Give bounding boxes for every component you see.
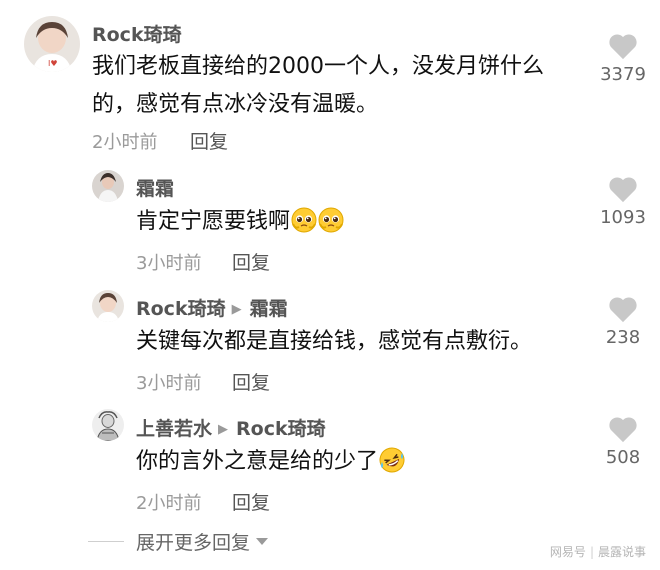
pleading-face-emoji	[291, 207, 317, 233]
comment-text: 肯定宁愿要钱啊	[136, 203, 344, 241]
reply-arrow-icon: ▶	[218, 422, 229, 437]
comment-author: Rock琦琦 ▶ 霜霜	[136, 294, 288, 321]
like-count: 238	[605, 327, 641, 348]
like-widget: 508	[588, 415, 658, 468]
comment-author[interactable]: Rock琦琦	[92, 20, 182, 47]
heart-icon[interactable]	[608, 415, 638, 443]
svg-text:I♥: I♥	[48, 59, 58, 68]
reply-target-name[interactable]: 霜霜	[250, 298, 288, 320]
comment-author: 上善若水 ▶ Rock琦琦	[136, 414, 326, 441]
comment-time: 2小时前	[92, 132, 158, 153]
avatar[interactable]	[92, 290, 124, 322]
expand-more-label[interactable]: 展开更多回复	[136, 528, 250, 555]
author-name[interactable]: Rock琦琦	[136, 298, 226, 320]
comment-text-body: 你的言外之意是给的少了	[136, 449, 379, 474]
watermark-author: 晨露说事	[597, 545, 646, 559]
reply-button[interactable]: 回复	[232, 248, 270, 275]
heart-icon[interactable]	[608, 175, 638, 203]
author-name[interactable]: Rock琦琦	[92, 24, 182, 46]
comment-time: 3小时前	[136, 373, 202, 394]
like-count: 3379	[600, 64, 646, 85]
comment-text: 关键每次都是直接给钱，感觉有点敷衍。	[136, 329, 533, 354]
like-count: 508	[605, 447, 641, 468]
reply-target-name[interactable]: Rock琦琦	[236, 418, 326, 440]
avatar[interactable]	[92, 170, 124, 202]
comment-text-body: 肯定宁愿要钱啊	[136, 209, 291, 234]
comment-author[interactable]: 霜霜	[136, 174, 174, 201]
like-widget: 238	[588, 295, 658, 348]
watermark: 网易号 | 晨露说事	[550, 543, 646, 560]
rolling-laughing-emoji	[379, 447, 405, 473]
reply-button[interactable]: 回复	[232, 488, 270, 515]
watermark-source: 网易号	[549, 545, 586, 559]
reply-button[interactable]: 回复	[190, 127, 228, 154]
watermark-separator: |	[589, 545, 594, 559]
heart-icon[interactable]	[608, 295, 638, 323]
expand-more-replies[interactable]: 展开更多回复	[88, 528, 269, 555]
reply-button[interactable]: 回复	[232, 368, 270, 395]
reply-arrow-icon: ▶	[231, 302, 242, 317]
avatar[interactable]: I♥	[24, 16, 80, 72]
comment-text-line: 我们老板直接给的2000一个人，没发月饼什么	[92, 54, 544, 79]
heart-icon[interactable]	[608, 32, 638, 60]
comment-text-line: 的，感觉有点冰冷没有温暖。	[92, 92, 379, 117]
caret-down-icon[interactable]	[256, 537, 269, 545]
avatar[interactable]	[92, 409, 124, 441]
pleading-face-emoji	[318, 207, 344, 233]
comment-text: 我们老板直接给的2000一个人，没发月饼什么 的，感觉有点冰冷没有温暖。	[92, 48, 544, 124]
like-count: 1093	[600, 207, 646, 228]
comment-time: 2小时前	[136, 493, 202, 514]
comment-text: 你的言外之意是给的少了	[136, 443, 405, 481]
comment-time: 3小时前	[136, 253, 202, 274]
divider-line	[88, 540, 124, 542]
author-name[interactable]: 上善若水	[136, 418, 212, 440]
like-widget: 1093	[588, 175, 658, 228]
author-name[interactable]: 霜霜	[136, 178, 174, 200]
like-widget: 3379	[588, 32, 658, 85]
